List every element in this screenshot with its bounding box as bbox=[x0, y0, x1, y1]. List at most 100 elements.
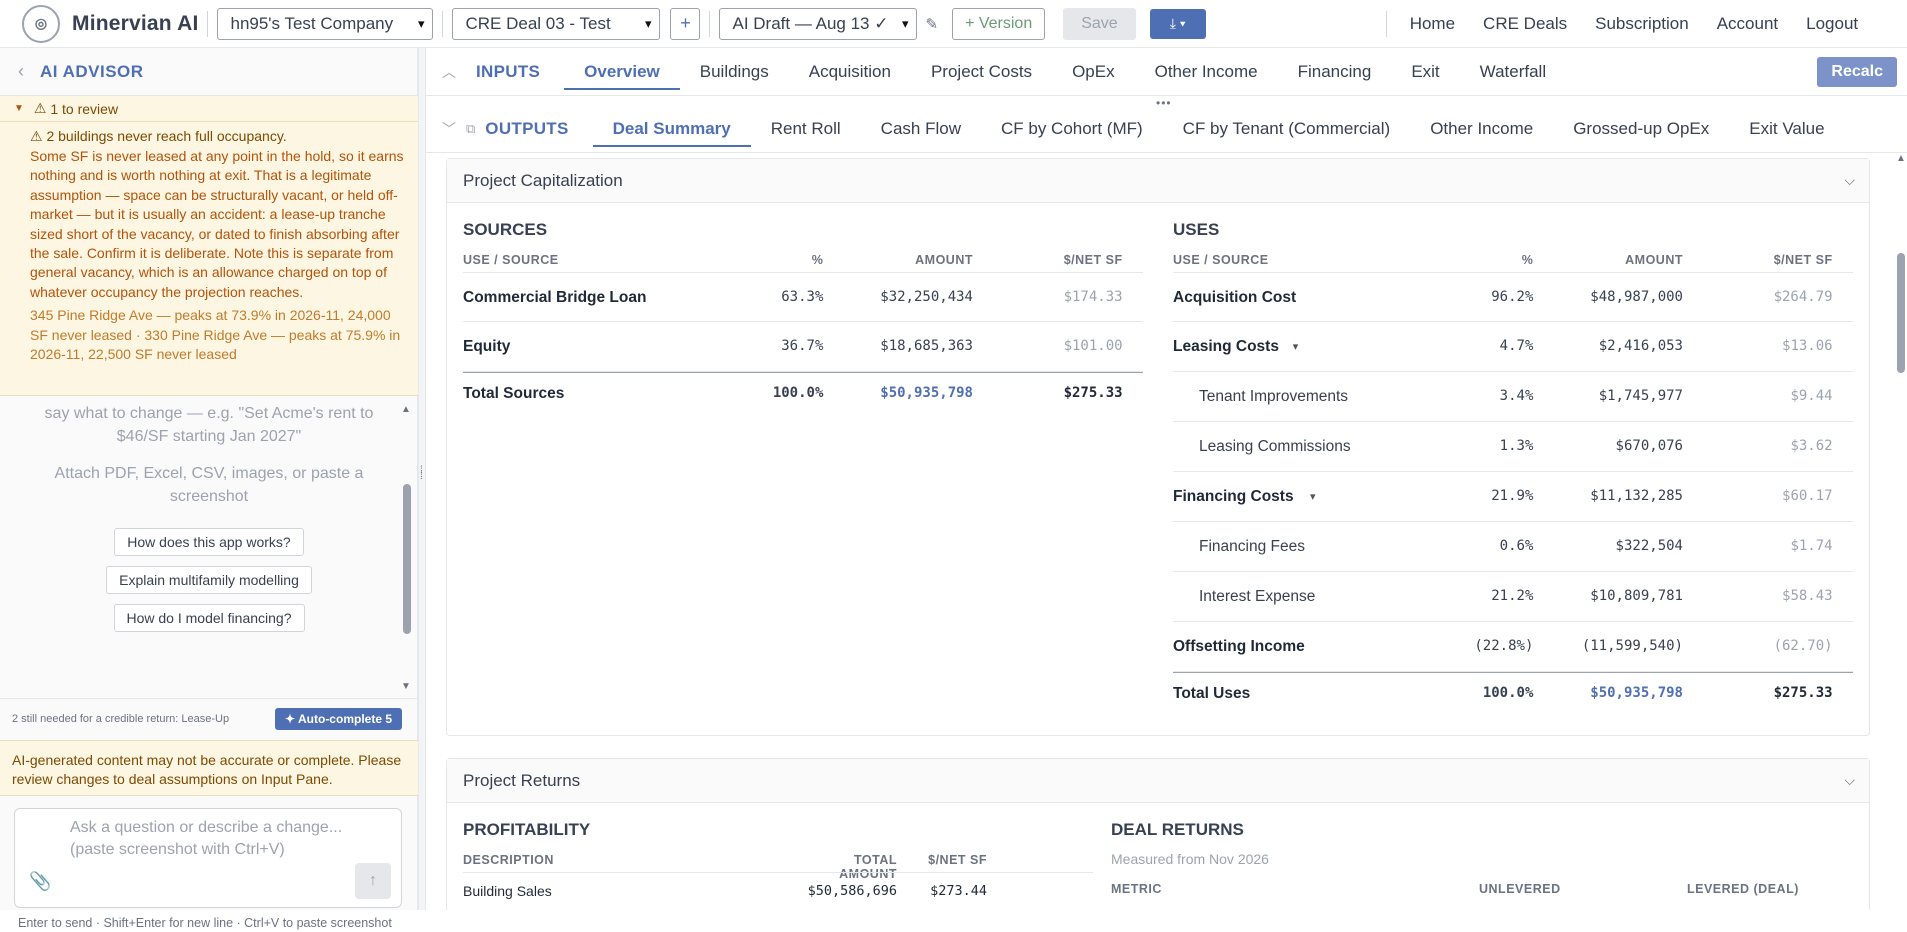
scrollbar-thumb[interactable] bbox=[1897, 253, 1905, 373]
divider bbox=[463, 872, 1093, 873]
nav-cre-deals[interactable]: CRE Deals bbox=[1483, 14, 1567, 34]
use-row-psf: $1.74 bbox=[1790, 538, 1833, 554]
tab-financing[interactable]: Financing bbox=[1278, 48, 1392, 96]
chat-placeholder: Ask a question or describe a change... (… bbox=[70, 819, 343, 858]
auto-complete-button[interactable]: ✦ Auto-complete 5 bbox=[275, 707, 402, 730]
tab-exit-value[interactable]: Exit Value bbox=[1729, 105, 1844, 153]
use-row-amount: $11,132,285 bbox=[1590, 488, 1683, 504]
company-value: hn95's Test Company bbox=[230, 13, 394, 33]
paperclip-icon[interactable]: 📎 bbox=[29, 871, 51, 892]
source-col-header: USE / SOURCE bbox=[463, 253, 559, 267]
scrollbar-thumb[interactable] bbox=[403, 484, 411, 634]
use-row[interactable]: Acquisition Cost 96.2% $48,987,000 $264.79 bbox=[1173, 272, 1853, 322]
chevron-down-icon[interactable]: ﹀ bbox=[442, 119, 466, 139]
tab-rent-roll[interactable]: Rent Roll bbox=[751, 105, 861, 153]
tab-acquisition[interactable]: Acquisition bbox=[789, 48, 911, 96]
save-button[interactable]: Save bbox=[1063, 7, 1136, 40]
tab-buildings[interactable]: Buildings bbox=[680, 48, 789, 96]
main-nav: Home CRE Deals Subscription Account Logo… bbox=[1396, 14, 1872, 34]
use-row[interactable]: Financing Costs 21.9% $11,132,285 $60.17 ▾ bbox=[1173, 472, 1853, 522]
use-row-psf: $9.44 bbox=[1790, 388, 1833, 404]
suggestion-button[interactable]: Explain multifamily modelling bbox=[106, 566, 312, 594]
copy-icon[interactable]: ⧉ bbox=[466, 121, 475, 137]
use-total-name: Total Uses bbox=[1173, 685, 1251, 702]
source-row-pct: 36.7% bbox=[781, 338, 824, 354]
nav-home[interactable]: Home bbox=[1410, 14, 1455, 34]
use-row-amount: $10,809,781 bbox=[1590, 588, 1683, 604]
source-col-header: AMOUNT bbox=[915, 253, 973, 267]
tab-deal-summary[interactable]: Deal Summary bbox=[592, 105, 751, 153]
deal-value: CRE Deal 03 - Test bbox=[465, 13, 611, 33]
use-row-amount: $670,076 bbox=[1615, 438, 1683, 454]
col-unlevered: UNLEVERED bbox=[1479, 882, 1561, 896]
version-button[interactable]: + Version bbox=[952, 7, 1046, 40]
use-row-pct: 4.7% bbox=[1499, 338, 1534, 354]
use-col-header: $/NET SF bbox=[1773, 253, 1833, 267]
tab-grossed-up-opex[interactable]: Grossed-up OpEx bbox=[1553, 105, 1729, 153]
warning-title-text: 2 buildings never reach full occupancy. bbox=[46, 128, 287, 144]
source-row[interactable]: Equity 36.7% $18,685,363 $101.00 bbox=[463, 322, 1143, 372]
tab-overview[interactable]: Overview bbox=[564, 48, 680, 96]
row-building-sales-psf: $273.44 bbox=[930, 883, 987, 899]
use-row[interactable]: Tenant Improvements 3.4% $1,745,977 $9.44 bbox=[1173, 372, 1853, 422]
use-row-amount: $1,745,977 bbox=[1598, 388, 1683, 404]
tab-other-income-out[interactable]: Other Income bbox=[1410, 105, 1553, 153]
suggestion-button[interactable]: How do I model financing? bbox=[113, 604, 305, 632]
source-col-header: $/NET SF bbox=[1063, 253, 1123, 267]
tab-project-costs[interactable]: Project Costs bbox=[911, 48, 1052, 96]
scroll-up-icon[interactable]: ▲ bbox=[401, 404, 411, 415]
caret-down-icon[interactable]: ▾ bbox=[1310, 490, 1316, 503]
use-row-name: Offsetting Income bbox=[1173, 638, 1305, 655]
download-button[interactable]: ⤓ ▾ bbox=[1149, 8, 1206, 39]
chat-scrollbar[interactable]: ▲ ▼ bbox=[401, 404, 413, 692]
warning-icon: ⚠ bbox=[33, 100, 51, 116]
divider bbox=[709, 10, 711, 37]
use-row[interactable]: Financing Fees 0.6% $322,504 $1.74 bbox=[1173, 522, 1853, 572]
main-scrollbar[interactable]: ▲ bbox=[1895, 153, 1907, 910]
draft-select[interactable]: AI Draft — Aug 13 ✓ ▾ bbox=[719, 7, 918, 40]
nav-logout[interactable]: Logout bbox=[1806, 14, 1858, 34]
scroll-down-icon[interactable]: ▼ bbox=[401, 681, 411, 692]
use-col-header: USE / SOURCE bbox=[1173, 253, 1269, 267]
tab-exit[interactable]: Exit bbox=[1391, 48, 1459, 96]
warning-icon: ⚠ bbox=[30, 128, 47, 144]
tab-cash-flow[interactable]: Cash Flow bbox=[861, 105, 981, 153]
use-row[interactable]: Interest Expense 21.2% $10,809,781 $58.43 bbox=[1173, 572, 1853, 622]
recalc-button[interactable]: Recalc bbox=[1817, 56, 1897, 87]
chevron-up-icon[interactable]: ︿ bbox=[442, 62, 466, 82]
edit-pencil-icon[interactable]: ✎ bbox=[925, 15, 938, 33]
use-row-amount: $48,987,000 bbox=[1590, 289, 1683, 305]
nav-subscription[interactable]: Subscription bbox=[1595, 14, 1689, 34]
caret-down-icon[interactable]: ▾ bbox=[1293, 340, 1299, 353]
collapse-left-icon[interactable]: ‹ bbox=[18, 61, 24, 82]
source-row[interactable]: Commercial Bridge Loan 63.3% $32,250,434 $1… bbox=[463, 272, 1143, 322]
tab-cf-by-tenant[interactable]: CF by Tenant (Commercial) bbox=[1163, 105, 1411, 153]
chat-input[interactable]: Ask a question or describe a change... (… bbox=[14, 808, 402, 908]
source-total-row: Total Sources 100.0% $50,935,798 $275.33 bbox=[463, 372, 1143, 412]
tab-waterfall[interactable]: Waterfall bbox=[1460, 48, 1566, 96]
use-row[interactable]: Leasing Commissions 1.3% $670,076 $3.62 bbox=[1173, 422, 1853, 472]
add-deal-button[interactable]: + bbox=[670, 7, 701, 40]
pane-resizer[interactable]: ⁞ ⁞ bbox=[418, 48, 426, 910]
chevron-down-icon: ⌵ bbox=[1844, 172, 1855, 188]
capitalization-header[interactable]: Project Capitalization ⌵ bbox=[447, 159, 1869, 203]
send-button[interactable]: ↑ bbox=[355, 863, 391, 899]
use-row[interactable]: Offsetting Income (22.8%) (11,599,540) (62.… bbox=[1173, 622, 1853, 672]
review-toggle[interactable]: ▼ ⚠ 1 to review bbox=[0, 96, 418, 122]
row-building-sales-name: Building Sales bbox=[463, 883, 552, 899]
autocomplete-bar: 2 still needed for a credible return: Le… bbox=[0, 698, 418, 738]
nav-account[interactable]: Account bbox=[1717, 14, 1778, 34]
caret-down-icon: ▼ bbox=[14, 103, 24, 114]
tab-cf-by-cohort[interactable]: CF by Cohort (MF) bbox=[981, 105, 1163, 153]
company-select[interactable]: hn95's Test Company ▾ bbox=[217, 7, 434, 40]
scroll-up-icon[interactable]: ▲ bbox=[1896, 153, 1906, 164]
arrow-up-icon: ↑ bbox=[369, 872, 377, 889]
deal-select[interactable]: CRE Deal 03 - Test ▾ bbox=[452, 7, 661, 40]
use-row-amount: $2,416,053 bbox=[1598, 338, 1683, 354]
suggestion-button[interactable]: How does this app works? bbox=[114, 528, 304, 556]
tab-other-income[interactable]: Other Income bbox=[1135, 48, 1278, 96]
returns-header[interactable]: Project Returns ⌵ bbox=[447, 759, 1869, 803]
tab-opex[interactable]: OpEx bbox=[1052, 48, 1135, 96]
use-row[interactable]: Leasing Costs 4.7% $2,416,053 $13.06 ▾ bbox=[1173, 322, 1853, 372]
use-row-psf: $13.06 bbox=[1782, 338, 1833, 354]
